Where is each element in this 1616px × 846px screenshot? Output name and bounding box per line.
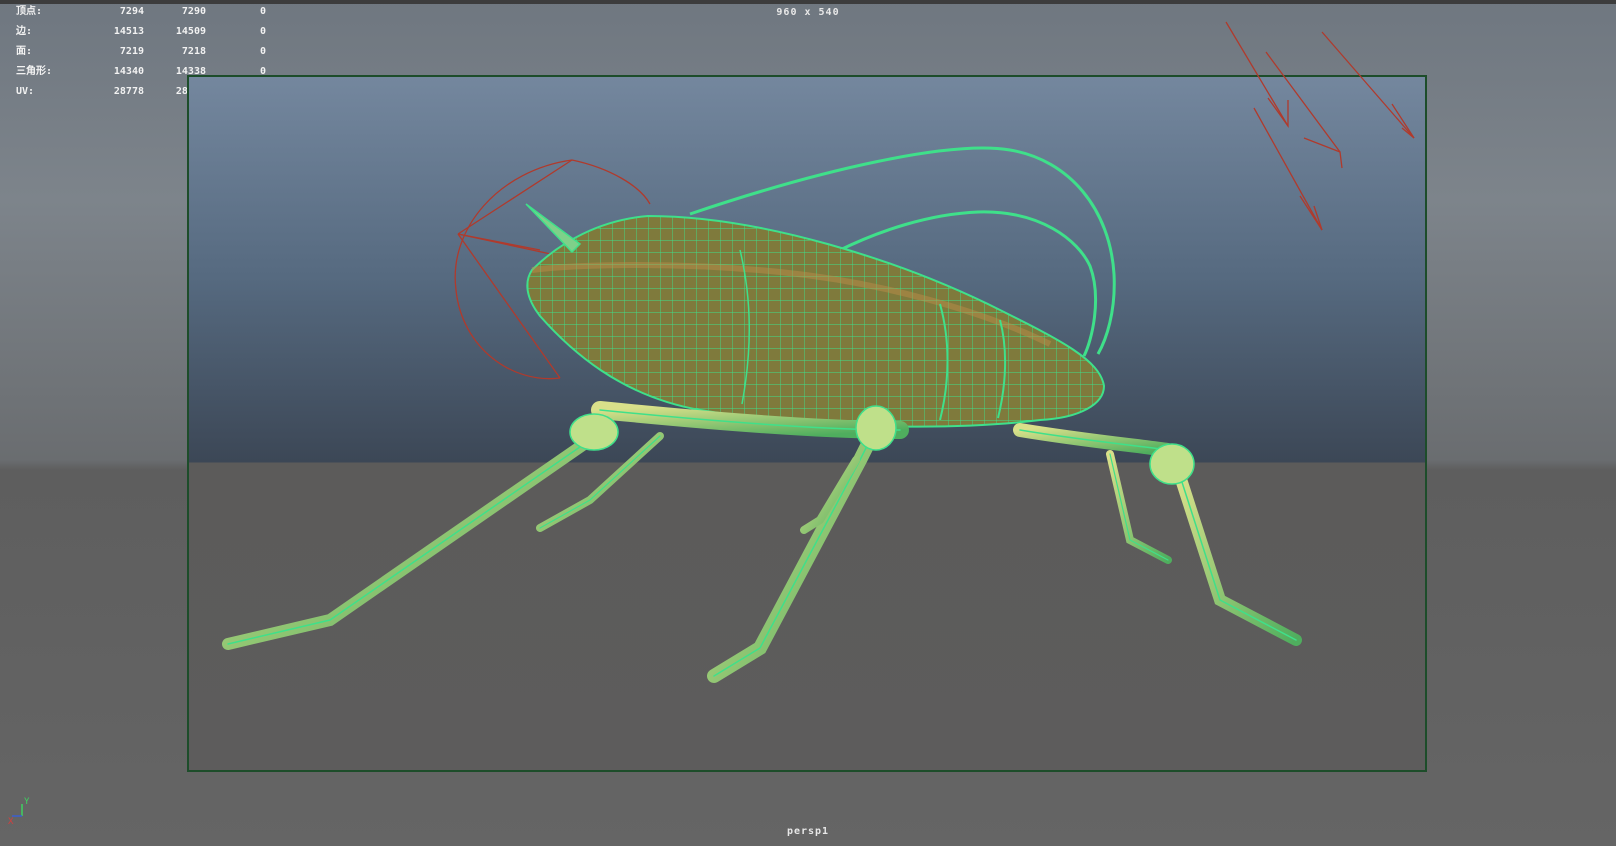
axis-gizmo-icon: Y X xyxy=(8,797,30,827)
camera-name-label: persp1 xyxy=(786,826,830,837)
directional-light-icon[interactable] xyxy=(1225,21,1415,231)
viewport-scene[interactable]: Y X xyxy=(0,0,1616,846)
axis-y-label: Y xyxy=(24,797,30,807)
insect-mesh[interactable] xyxy=(222,146,1302,683)
